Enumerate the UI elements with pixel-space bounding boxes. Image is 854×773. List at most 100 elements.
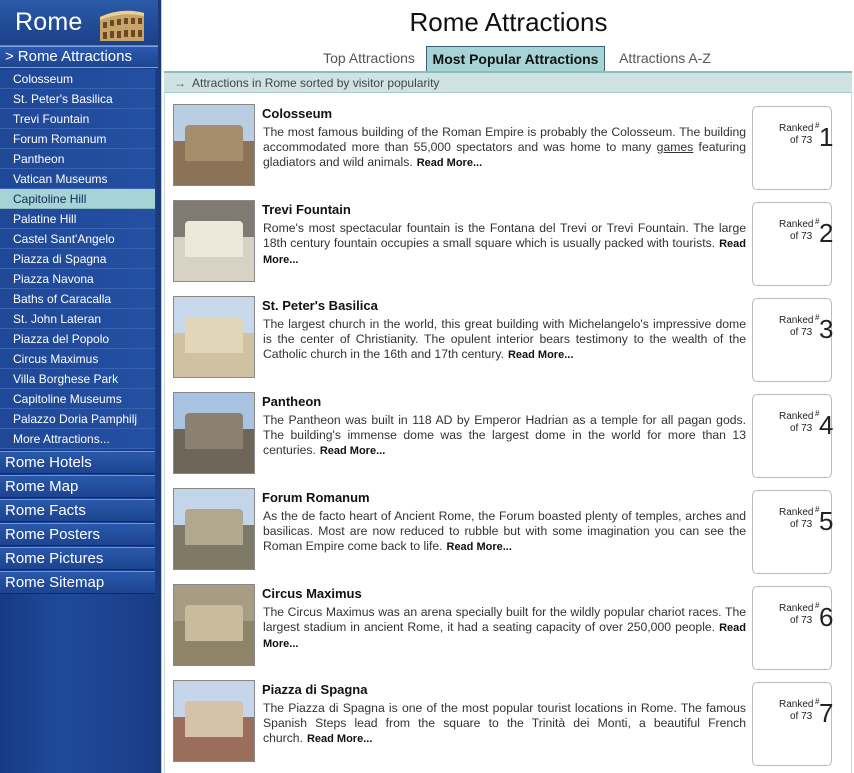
rank-total: of 73 <box>790 615 813 626</box>
attraction-name[interactable]: Forum Romanum <box>262 490 370 505</box>
read-more-link[interactable]: Read More... <box>417 157 482 169</box>
rank-number: 2 <box>819 218 834 248</box>
rank-label: Ranked <box>779 123 814 134</box>
sidebar-item-colosseum[interactable]: Colosseum <box>0 69 155 89</box>
nav-link-rome-sitemap[interactable]: Rome Sitemap <box>0 571 155 594</box>
description-text: The Circus Maximus was an arena speciall… <box>263 605 746 634</box>
rank-number: 4 <box>819 410 834 440</box>
sidebar-item-palatine-hill[interactable]: Palatine Hill <box>0 209 155 229</box>
rank-total: of 73 <box>790 135 813 146</box>
sidebar-main-links: Rome Hotels Rome Map Rome Facts Rome Poster… <box>0 451 158 594</box>
attraction-list: Colosseum The most famous building of the… <box>164 94 852 773</box>
nav-link-rome-facts[interactable]: Rome Facts <box>0 499 155 522</box>
subtitle-bar: → Attractions in Rome sorted by visitor p… <box>164 73 852 93</box>
sidebar-item-palazzo-doria-pamphilj[interactable]: Palazzo Doria Pamphilj <box>0 409 155 429</box>
attraction-description: The Piazza di Spagna is one of the most … <box>263 701 746 747</box>
attraction-name[interactable]: Circus Maximus <box>262 586 362 601</box>
rank-box: Ranked of 73 #2 <box>752 202 834 286</box>
sidebar-item-capitoline-hill[interactable]: Capitoline Hill <box>0 189 155 209</box>
sidebar-item-piazza-di-spagna[interactable]: Piazza di Spagna <box>0 249 155 269</box>
attraction-thumbnail-image[interactable] <box>173 200 255 282</box>
rank-box: Ranked of 73 #5 <box>752 490 834 574</box>
attraction-item: Colosseum The most famous building of the… <box>173 94 849 190</box>
rank-number: 6 <box>819 602 834 632</box>
read-more-link[interactable]: Read More... <box>447 541 512 553</box>
sidebar-item-piazza-del-popolo[interactable]: Piazza del Popolo <box>0 329 155 349</box>
attraction-description: The most famous building of the Roman Em… <box>263 125 746 171</box>
rank-box: Ranked of 73 #7 <box>752 682 834 766</box>
read-more-link[interactable]: Read More... <box>320 445 385 457</box>
attraction-item: Forum Romanum As the de facto heart of An… <box>173 478 849 574</box>
attraction-thumbnail-image[interactable] <box>173 488 255 570</box>
attraction-description: The largest church in the world, this gr… <box>263 317 746 363</box>
attraction-thumbnail-image[interactable] <box>173 104 255 186</box>
rank-box: Ranked of 73 #6 <box>752 586 834 670</box>
attraction-name[interactable]: Colosseum <box>262 106 332 121</box>
tab-most-popular-attractions[interactable]: Most Popular Attractions <box>426 46 605 72</box>
attraction-thumbnail-image[interactable] <box>173 584 255 666</box>
nav-current-section[interactable]: > Rome Attractions <box>0 46 158 68</box>
attraction-name[interactable]: Trevi Fountain <box>262 202 351 217</box>
nav-link-rome-pictures[interactable]: Rome Pictures <box>0 547 155 570</box>
sidebar-item-pantheon[interactable]: Pantheon <box>0 149 155 169</box>
attraction-thumbnail-image[interactable] <box>173 392 255 474</box>
attraction-item: Pantheon The Pantheon was built in 118 AD… <box>173 382 849 478</box>
attraction-description: The Circus Maximus was an arena speciall… <box>263 605 746 652</box>
sidebar-item-capitoline-museums[interactable]: Capitoline Museums <box>0 389 155 409</box>
sidebar-item-piazza-navona[interactable]: Piazza Navona <box>0 269 155 289</box>
attractions-submenu: Colosseum St. Peter's Basilica Trevi Fount… <box>0 68 158 449</box>
read-more-link[interactable]: Read More... <box>307 733 372 745</box>
page-title: Rome Attractions <box>409 7 608 37</box>
sidebar-item-villa-borghese-park[interactable]: Villa Borghese Park <box>0 369 155 389</box>
rank-label: Ranked <box>779 315 814 326</box>
section-arrow-icon: > <box>5 48 14 65</box>
rank-number: 3 <box>819 314 834 344</box>
description-text: The largest church in the world, this gr… <box>263 317 746 361</box>
sidebar-item-baths-of-caracalla[interactable]: Baths of Caracalla <box>0 289 155 309</box>
rank-label: Ranked <box>779 411 814 422</box>
tab-attractions-a-z[interactable]: Attractions A-Z <box>614 46 716 72</box>
read-more-link[interactable]: Read More... <box>508 349 573 361</box>
subtitle-text: Attractions in Rome sorted by visitor po… <box>192 76 440 90</box>
rank-number: 7 <box>819 698 834 728</box>
attraction-item: St. Peter's Basilica The largest church i… <box>173 286 849 382</box>
attraction-description: The Pantheon was built in 118 AD by Empe… <box>263 413 746 459</box>
rank-box: Ranked of 73 #3 <box>752 298 834 382</box>
attraction-name[interactable]: Pantheon <box>262 394 321 409</box>
rank-total: of 73 <box>790 423 813 434</box>
attraction-description: Rome's most spectacular fountain is the … <box>263 221 746 268</box>
subtitle-arrow-icon: → <box>174 76 186 90</box>
nav-link-rome-map[interactable]: Rome Map <box>0 475 155 498</box>
sidebar-item-vatican-museums[interactable]: Vatican Museums <box>0 169 155 189</box>
attraction-item: Circus Maximus The Circus Maximus was an … <box>173 574 849 670</box>
colosseum-logo-icon <box>100 10 144 41</box>
rank-box: Ranked of 73 #4 <box>752 394 834 478</box>
sidebar: Rome > Rome Attractions Colosseum St. Pete… <box>0 0 158 773</box>
rank-total: of 73 <box>790 711 813 722</box>
sidebar-item-st-peter-s-basilica[interactable]: St. Peter's Basilica <box>0 89 155 109</box>
attraction-thumbnail-image[interactable] <box>173 680 255 762</box>
tab-top-attractions[interactable]: Top Attractions <box>318 46 420 72</box>
rank-total: of 73 <box>790 519 813 530</box>
sidebar-item-st-john-lateran[interactable]: St. John Lateran <box>0 309 155 329</box>
site-title[interactable]: Rome <box>15 8 83 37</box>
description-text: Rome's most spectacular fountain is the … <box>263 221 746 250</box>
sidebar-item-circus-maximus[interactable]: Circus Maximus <box>0 349 155 369</box>
description-link[interactable]: games <box>657 140 694 154</box>
sidebar-item-castel-sant-angelo[interactable]: Castel Sant'Angelo <box>0 229 155 249</box>
nav-link-rome-hotels[interactable]: Rome Hotels <box>0 451 155 474</box>
rank-total: of 73 <box>790 231 813 242</box>
rank-label: Ranked <box>779 219 814 230</box>
rank-label: Ranked <box>779 699 814 710</box>
sidebar-item-more-attractions[interactable]: More Attractions... <box>0 429 155 449</box>
sidebar-item-trevi-fountain[interactable]: Trevi Fountain <box>0 109 155 129</box>
attraction-name[interactable]: Piazza di Spagna <box>262 682 367 697</box>
nav-link-rome-posters[interactable]: Rome Posters <box>0 523 155 546</box>
main-content: Rome Attractions Top Attractions Most Po… <box>161 0 854 773</box>
nav-current-section-label: Rome Attractions <box>17 48 132 65</box>
tab-bar: Top Attractions Most Popular Attractions… <box>162 46 854 72</box>
sidebar-item-forum-romanum[interactable]: Forum Romanum <box>0 129 155 149</box>
rank-number: 5 <box>819 506 834 536</box>
attraction-thumbnail-image[interactable] <box>173 296 255 378</box>
attraction-name[interactable]: St. Peter's Basilica <box>262 298 378 313</box>
